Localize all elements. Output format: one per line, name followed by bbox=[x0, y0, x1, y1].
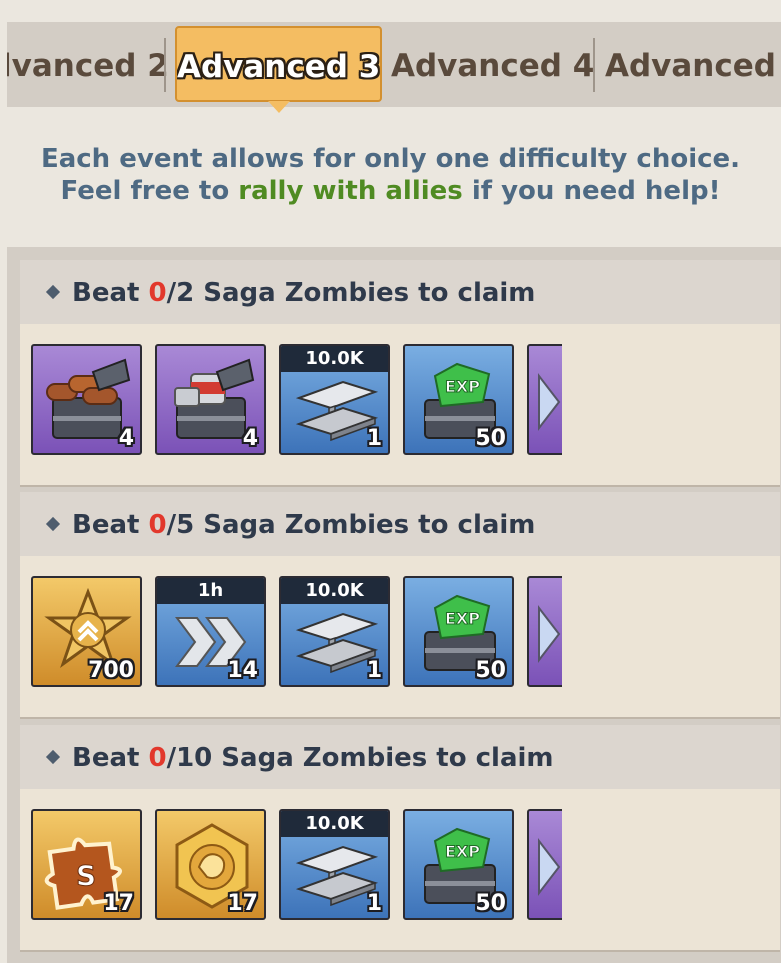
diamond-icon bbox=[538, 838, 561, 896]
reward-quantity: 700 bbox=[88, 658, 134, 683]
reward-tier-card: Beat 0/5 Saga Zombies to claim 700 1h 14 10… bbox=[20, 492, 780, 717]
svg-text:EXP: EXP bbox=[445, 377, 480, 396]
notice-highlight: rally with allies bbox=[238, 176, 463, 206]
reward-quantity: 1 bbox=[366, 891, 382, 916]
tier-condition: Beat 0/5 Saga Zombies to claim bbox=[72, 510, 535, 540]
svg-text:EXP: EXP bbox=[445, 842, 480, 861]
reward-quantity: 1 bbox=[366, 658, 382, 683]
reward-quantity: 4 bbox=[118, 426, 134, 451]
reward-quantity: 50 bbox=[475, 426, 506, 451]
diamond-bullet-icon bbox=[45, 516, 61, 532]
diamond-icon bbox=[538, 373, 561, 431]
difficulty-tab-bar: lvanced 2 Advanced 4 Advanced bbox=[7, 22, 781, 107]
reward-items: S 17 17 10.0K 1 EXP 50 bbox=[31, 809, 562, 923]
reward-item[interactable]: 10.0K 1 bbox=[279, 344, 390, 455]
reward-item[interactable] bbox=[527, 809, 562, 920]
progress-count: 0 bbox=[148, 278, 167, 308]
tab-advanced-3[interactable]: Advanced 3 bbox=[175, 26, 382, 102]
notice-line-1: Each event allows for only one difficult… bbox=[40, 144, 741, 174]
tier-header: Beat 0/5 Saga Zombies to claim bbox=[20, 492, 780, 556]
reward-item[interactable] bbox=[527, 576, 562, 687]
reward-item[interactable]: EXP 50 bbox=[403, 809, 514, 920]
tier-header: Beat 0/2 Saga Zombies to claim bbox=[20, 260, 780, 324]
diamond-icon bbox=[538, 605, 561, 663]
condition-prefix: Beat bbox=[72, 510, 149, 540]
reward-item[interactable]: EXP 50 bbox=[403, 344, 514, 455]
tier-condition: Beat 0/10 Saga Zombies to claim bbox=[72, 743, 554, 773]
reward-top-label: 1h bbox=[157, 578, 264, 604]
condition-prefix: Beat bbox=[72, 743, 149, 773]
reward-quantity: 14 bbox=[227, 658, 258, 683]
reward-top-label: 10.0K bbox=[281, 578, 388, 604]
reward-top-label: 10.0K bbox=[281, 811, 388, 837]
diamond-bullet-icon bbox=[45, 284, 61, 300]
tab-advanced-2[interactable]: lvanced 2 bbox=[7, 22, 169, 107]
svg-text:EXP: EXP bbox=[445, 609, 480, 628]
tab-divider bbox=[593, 38, 595, 92]
reward-tier-card: Beat 0/2 Saga Zombies to claim 4 4 10.0K 1 E… bbox=[20, 260, 780, 485]
reward-item[interactable]: 1h 14 bbox=[155, 576, 266, 687]
condition-suffix: /2 Saga Zombies to claim bbox=[166, 278, 536, 308]
active-tab-pointer bbox=[268, 101, 290, 113]
reward-quantity: 17 bbox=[227, 891, 258, 916]
reward-quantity: 50 bbox=[475, 891, 506, 916]
reward-tier-list[interactable]: Beat 0/2 Saga Zombies to claim 4 4 10.0K 1 E… bbox=[7, 247, 781, 963]
condition-suffix: /5 Saga Zombies to claim bbox=[166, 510, 536, 540]
condition-suffix: /10 Saga Zombies to claim bbox=[166, 743, 554, 773]
reward-quantity: 50 bbox=[475, 658, 506, 683]
reward-item[interactable]: 700 bbox=[31, 576, 142, 687]
tier-header: Beat 0/10 Saga Zombies to claim bbox=[20, 725, 780, 789]
reward-items: 4 4 10.0K 1 EXP 50 bbox=[31, 344, 562, 458]
progress-count: 0 bbox=[148, 510, 167, 540]
reward-tier-card: Beat 0/10 Saga Zombies to claim S 17 17 10.… bbox=[20, 725, 780, 950]
reward-quantity: 4 bbox=[242, 426, 258, 451]
diamond-bullet-icon bbox=[45, 749, 61, 765]
reward-item[interactable]: 17 bbox=[155, 809, 266, 920]
reward-item[interactable] bbox=[527, 344, 562, 455]
reward-item[interactable]: S 17 bbox=[31, 809, 142, 920]
notice-text: Feel free to bbox=[60, 176, 239, 206]
tab-advanced-4[interactable]: Advanced 4 bbox=[391, 22, 594, 107]
reward-item[interactable]: 4 bbox=[155, 344, 266, 455]
tier-condition: Beat 0/2 Saga Zombies to claim bbox=[72, 278, 535, 308]
notice-text: if you need help! bbox=[462, 176, 721, 206]
reward-quantity: 1 bbox=[366, 426, 382, 451]
condition-prefix: Beat bbox=[72, 278, 149, 308]
reward-quantity: 17 bbox=[103, 891, 134, 916]
difficulty-notice: Each event allows for only one difficult… bbox=[0, 143, 781, 207]
reward-item[interactable]: 10.0K 1 bbox=[279, 809, 390, 920]
reward-item[interactable]: 10.0K 1 bbox=[279, 576, 390, 687]
tab-advanced-5[interactable]: Advanced bbox=[605, 22, 776, 107]
svg-text:S: S bbox=[76, 859, 96, 892]
reward-item[interactable]: 4 bbox=[31, 344, 142, 455]
reward-item[interactable]: EXP 50 bbox=[403, 576, 514, 687]
tab-divider bbox=[164, 38, 166, 92]
reward-items: 700 1h 14 10.0K 1 EXP 50 bbox=[31, 576, 562, 690]
notice-line-2: Feel free to rally with allies if you ne… bbox=[0, 175, 781, 207]
reward-top-label: 10.0K bbox=[281, 346, 388, 372]
progress-count: 0 bbox=[148, 743, 167, 773]
